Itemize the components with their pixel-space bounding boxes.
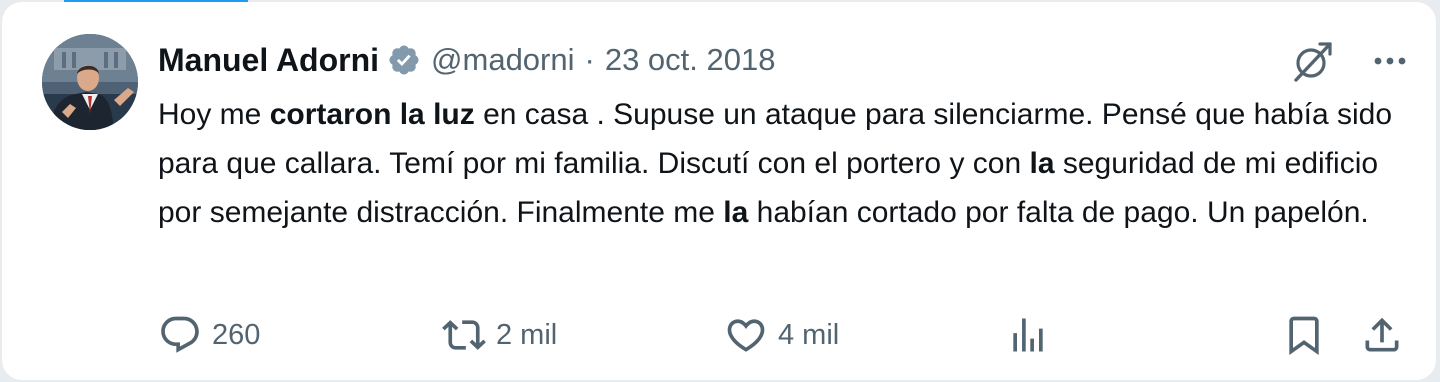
more-icon[interactable] <box>1370 41 1410 81</box>
author-handle[interactable]: @madorni <box>431 42 574 78</box>
bookmark-icon <box>1282 313 1326 357</box>
share-icon <box>1360 313 1404 357</box>
reply-button[interactable]: 260 <box>158 310 260 360</box>
views-icon <box>1006 313 1050 357</box>
tweet-card[interactable]: Manuel Adorni @madorni · 23 oct. 2018 Ho… <box>2 2 1436 380</box>
repost-count: 2 mil <box>496 318 558 351</box>
tweet-text-segment: habían cortado por falta de pago. Un pap… <box>748 196 1369 229</box>
avatar[interactable] <box>42 34 138 130</box>
tweet-text-bold: cortaron la luz <box>269 98 475 131</box>
tweet-text-segment: Hoy me <box>158 98 270 131</box>
reply-count: 260 <box>212 318 261 351</box>
verified-badge-icon[interactable] <box>387 43 421 77</box>
tweet-date[interactable]: 23 oct. 2018 <box>605 42 776 78</box>
grok-icon[interactable] <box>1290 38 1336 84</box>
reply-icon <box>158 313 202 357</box>
tweet-top-actions <box>1290 38 1410 84</box>
tweet-header: Manuel Adorni @madorni · 23 oct. 2018 <box>158 40 775 80</box>
views-button[interactable] <box>1006 310 1050 360</box>
repost-button[interactable]: 2 mil <box>442 310 557 360</box>
bookmark-button[interactable] <box>1282 310 1326 360</box>
repost-icon <box>442 313 486 357</box>
tweet-actions: 260 2 mil 4 mil <box>158 310 1408 360</box>
tweet-text-bold: la <box>723 196 749 229</box>
avatar-photo <box>42 34 138 130</box>
author-name[interactable]: Manuel Adorni <box>158 42 379 79</box>
tweet-text-bold: la <box>1029 147 1055 180</box>
share-button[interactable] <box>1360 310 1404 360</box>
tweet-text: Hoy me cortaron la luz en casa . Supuse … <box>158 90 1414 237</box>
separator-dot: · <box>584 42 595 77</box>
like-count: 4 mil <box>778 318 840 351</box>
like-button[interactable]: 4 mil <box>724 310 839 360</box>
like-icon <box>724 313 768 357</box>
